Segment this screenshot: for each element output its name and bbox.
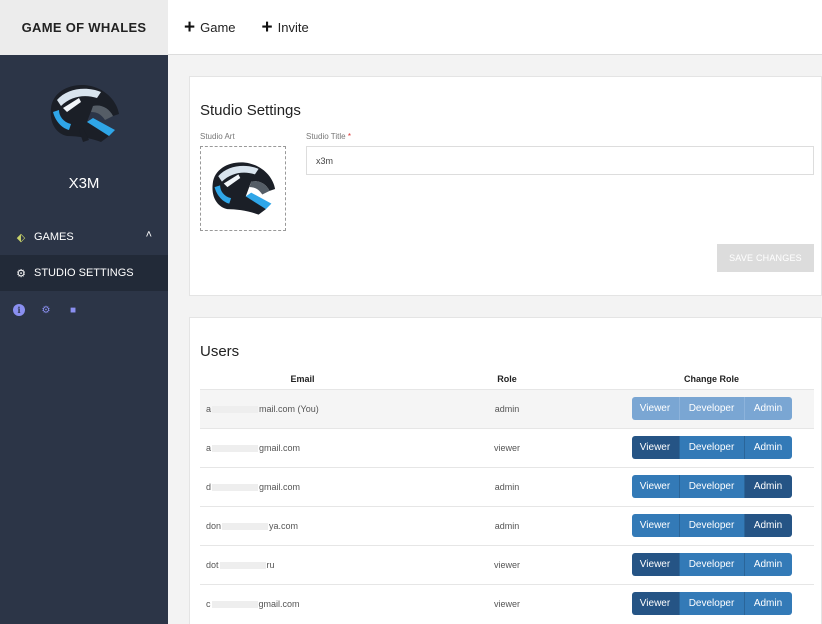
admin-role-button[interactable]: Admin — [744, 553, 792, 576]
invite-label: Invite — [277, 19, 309, 35]
table-row: a mail.com (You) admin Viewer Developer Admin — [200, 388, 814, 428]
admin-role-button[interactable]: Admin — [744, 514, 792, 537]
user-role: admin — [405, 466, 609, 506]
viewer-role-button[interactable]: Viewer — [631, 514, 680, 537]
column-header-email: Email — [290, 373, 315, 384]
logout-icon[interactable]: ■ — [67, 304, 79, 316]
admin-role-button[interactable]: Admin — [744, 397, 792, 420]
user-email: dot ru — [200, 544, 405, 584]
developer-role-button[interactable]: Developer — [679, 475, 745, 498]
brand-logo-text: GAME OF WHALES — [0, 0, 168, 55]
add-game-button[interactable]: + Game — [184, 18, 236, 37]
column-header-change-role: Change Role — [683, 373, 739, 384]
studio-art-label: Studio Art — [200, 132, 235, 141]
role-button-group: Viewer Developer Admin — [631, 475, 792, 498]
sidebar-item-games[interactable]: ⬖ GAMES ˄ — [0, 219, 168, 255]
developer-role-button[interactable]: Developer — [679, 436, 745, 459]
admin-role-button[interactable]: Admin — [744, 436, 792, 459]
sidebar-item-label: STUDIO SETTINGS — [34, 267, 134, 279]
developer-role-button[interactable]: Developer — [679, 514, 745, 537]
user-role: viewer — [405, 544, 609, 584]
studio-title-input[interactable] — [306, 146, 814, 175]
sidebar-footer-icons: i ⚙ ■ — [13, 304, 79, 316]
invite-button[interactable]: + Invite — [262, 18, 309, 37]
user-role: admin — [405, 505, 609, 545]
gear-icon: ⚙ — [16, 267, 26, 280]
top-bar: + Game + Invite — [168, 0, 822, 55]
column-header-role: Role — [497, 373, 517, 384]
role-button-group: Viewer Developer Admin — [631, 397, 792, 420]
redacted-text — [211, 600, 258, 608]
user-email: a gmail.com — [200, 427, 405, 467]
studio-title-label: Studio Title * — [306, 132, 351, 141]
sidebar-item-label: GAMES — [34, 231, 74, 243]
table-row: c gmail.com viewer Viewer Developer Admin — [200, 583, 814, 623]
redacted-text — [219, 561, 266, 569]
user-email: c gmail.com — [200, 583, 405, 623]
user-role: admin — [405, 388, 609, 428]
viewer-role-button[interactable]: Viewer — [631, 553, 680, 576]
studio-avatar — [43, 78, 125, 150]
role-button-group: Viewer Developer Admin — [631, 514, 792, 537]
change-role-cell: Viewer Developer Admin — [609, 505, 814, 545]
studio-settings-panel: Studio Settings Studio Art Studio Title … — [189, 76, 822, 296]
helmet-image — [212, 161, 276, 215]
tag-icon: ⬖ — [16, 231, 26, 244]
user-email: don ya.com — [200, 505, 405, 545]
table-row: d gmail.com admin Viewer Developer Admin — [200, 466, 814, 506]
plus-icon: + — [261, 16, 273, 38]
table-row: don ya.com admin Viewer Developer Admin — [200, 505, 814, 545]
developer-role-button[interactable]: Developer — [679, 553, 745, 576]
user-email: a mail.com (You) — [200, 388, 405, 428]
redacted-text — [222, 522, 269, 530]
developer-role-button[interactable]: Developer — [679, 397, 745, 420]
info-icon[interactable]: i — [13, 304, 25, 316]
viewer-role-button[interactable]: Viewer — [631, 592, 680, 616]
change-role-cell: Viewer Developer Admin — [609, 427, 814, 467]
redacted-text — [212, 405, 259, 413]
viewer-role-button[interactable]: Viewer — [631, 397, 680, 420]
admin-role-button[interactable]: Admin — [744, 475, 792, 498]
gear-icon[interactable]: ⚙ — [40, 304, 52, 316]
users-table: Email Role Change Role a mail.com (You) ad… — [200, 369, 814, 623]
add-game-label: Game — [200, 19, 236, 35]
user-email: d gmail.com — [200, 466, 405, 506]
change-role-cell: Viewer Developer Admin — [609, 544, 814, 584]
users-panel: Users Email Role Change Role a mail.com (… — [189, 317, 822, 624]
required-marker: * — [347, 132, 351, 141]
plus-icon: + — [184, 16, 196, 38]
studio-name: X3M — [68, 175, 100, 192]
sidebar: X3M ⬖ GAMES ˄ ⚙ STUDIO SETTINGS i ⚙ ■ — [0, 55, 168, 624]
developer-role-button[interactable]: Developer — [679, 592, 745, 616]
user-role: viewer — [405, 427, 609, 467]
save-changes-button[interactable]: SAVE CHANGES — [717, 244, 814, 272]
panel-title: Studio Settings — [200, 102, 301, 119]
role-button-group: Viewer Developer Admin — [631, 436, 792, 459]
studio-art-upload[interactable] — [200, 146, 286, 231]
change-role-cell: Viewer Developer Admin — [609, 583, 814, 623]
table-row: dot ru viewer Viewer Developer Admin — [200, 544, 814, 584]
panel-title: Users — [200, 343, 240, 360]
viewer-role-button[interactable]: Viewer — [631, 436, 680, 459]
role-button-group: Viewer Developer Admin — [631, 592, 792, 616]
user-role: viewer — [405, 583, 609, 623]
chevron-up-icon[interactable]: ˄ — [146, 229, 152, 241]
table-header-row: Email Role Change Role — [200, 369, 814, 389]
sidebar-item-studio-settings[interactable]: ⚙ STUDIO SETTINGS — [0, 255, 168, 291]
table-row: a gmail.com viewer Viewer Developer Admin — [200, 427, 814, 467]
redacted-text — [212, 444, 259, 452]
change-role-cell: Viewer Developer Admin — [609, 388, 814, 428]
helmet-image — [50, 84, 119, 142]
change-role-cell: Viewer Developer Admin — [609, 466, 814, 506]
admin-role-button[interactable]: Admin — [744, 592, 792, 616]
redacted-text — [212, 483, 259, 491]
viewer-role-button[interactable]: Viewer — [631, 475, 680, 498]
role-button-group: Viewer Developer Admin — [631, 553, 792, 576]
